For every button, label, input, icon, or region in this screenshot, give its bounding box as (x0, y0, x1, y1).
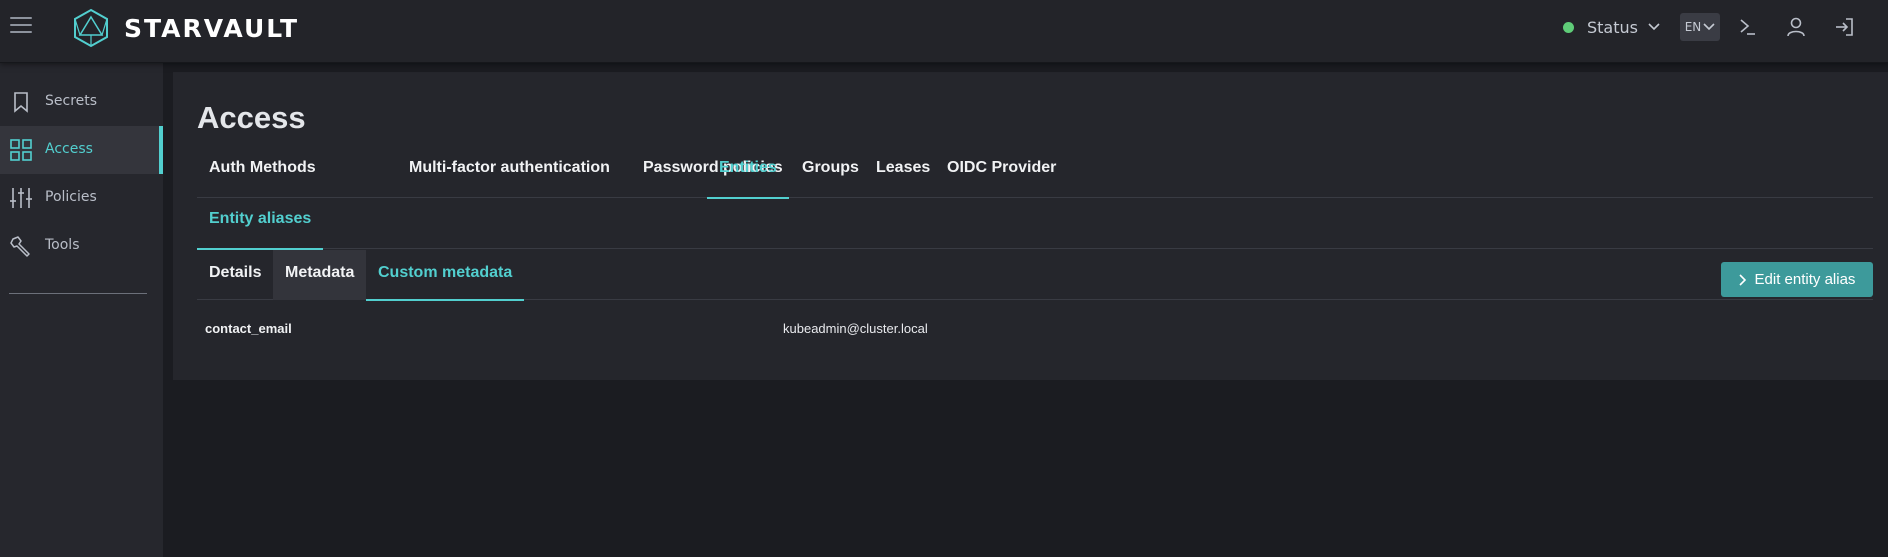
sidebar-divider (9, 293, 147, 294)
edit-button-label: Edit entity alias (1754, 271, 1856, 288)
primary-tabs: Auth Methods Multi-factor authentication… (197, 152, 1873, 199)
tab-custom-metadata[interactable]: Custom metadata (366, 250, 525, 301)
logo-icon (74, 8, 108, 48)
sidebar: Secrets Access Policies Tools (0, 62, 163, 557)
bookmark-icon (14, 92, 28, 113)
tab-entities[interactable]: Entities (707, 152, 789, 199)
status-dropdown[interactable]: Status (1563, 16, 1660, 38)
sidebar-item-label: Policies (45, 189, 97, 205)
wrench-icon (10, 236, 30, 257)
tab-oidc-provider[interactable]: OIDC Provider (935, 152, 1068, 198)
secondary-tabs: Entity aliases (197, 202, 1873, 250)
logo[interactable]: STARVAULT (72, 8, 299, 48)
edit-entity-alias-button[interactable]: Edit entity alias (1721, 262, 1873, 297)
status-indicator (1563, 21, 1574, 33)
active-indicator (159, 126, 163, 174)
brand-name: STARVAULT (124, 13, 300, 43)
status-label: Status (1587, 17, 1638, 37)
tab-details[interactable]: Details (197, 250, 273, 300)
sidebar-item-secrets[interactable]: Secrets (0, 78, 163, 126)
page-title: Access (197, 100, 306, 135)
top-bar: STARVAULT Status EN (0, 0, 1888, 62)
tab-auth-methods[interactable]: Auth Methods (197, 152, 328, 198)
sidebar-item-policies[interactable]: Policies (0, 174, 163, 222)
logout-icon[interactable] (1832, 15, 1856, 39)
chevron-down-icon (1648, 23, 1660, 31)
terminal-icon[interactable] (1736, 15, 1760, 39)
sidebar-item-label: Tools (45, 237, 80, 253)
sidebar-item-access[interactable]: Access (0, 126, 163, 174)
sidebar-item-tools[interactable]: Tools (0, 222, 163, 270)
chevron-right-icon (1738, 273, 1746, 286)
language-selector[interactable]: EN (1680, 13, 1720, 41)
sidebar-item-label: Access (45, 141, 93, 157)
tab-leases[interactable]: Leases (864, 152, 942, 198)
sidebar-item-label: Secrets (45, 93, 98, 109)
grid-icon (10, 139, 32, 161)
main-panel: Access Auth Methods Multi-factor authent… (173, 72, 1888, 380)
user-icon[interactable] (1784, 15, 1808, 39)
tab-groups[interactable]: Groups (790, 152, 871, 198)
language-label: EN (1684, 20, 1702, 34)
sliders-icon (10, 188, 32, 208)
metadata-value: kubeadmin@cluster.local (783, 321, 928, 336)
tab-metadata[interactable]: Metadata (273, 250, 367, 300)
hamburger-menu-icon[interactable] (10, 17, 32, 37)
metadata-key: contact_email (205, 321, 292, 336)
tab-entity-aliases[interactable]: Entity aliases (197, 202, 324, 250)
detail-tabs: Details Metadata Custom metadata (197, 250, 1873, 301)
tab-multi-factor-authentication[interactable]: Multi-factor authentication (397, 152, 622, 198)
chevron-down-icon (1703, 23, 1715, 31)
